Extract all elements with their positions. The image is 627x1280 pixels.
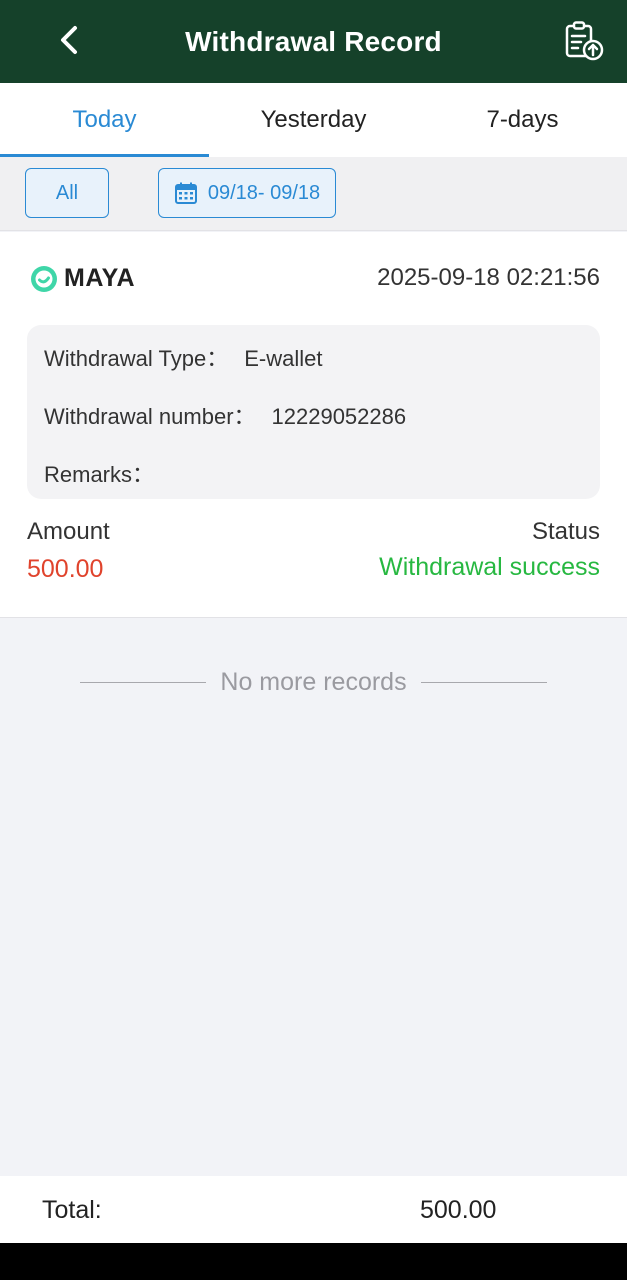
provider: MAYA bbox=[30, 264, 135, 293]
page-title: Withdrawal Record bbox=[185, 25, 442, 57]
remarks-row: Remarks： bbox=[44, 457, 170, 489]
tab-today[interactable]: Today bbox=[0, 83, 209, 157]
tab-yesterday[interactable]: Yesterday bbox=[209, 83, 418, 157]
total-label: Total: bbox=[42, 1196, 102, 1224]
withdrawal-record-card[interactable]: MAYA 2025-09-18 02:21:56 Withdrawal Type… bbox=[0, 232, 627, 618]
withdrawal-number-value: 12229052286 bbox=[271, 404, 407, 429]
date-tabs: Today Yesterday 7-days bbox=[0, 83, 627, 157]
divider-right bbox=[420, 681, 547, 683]
withdrawal-number-row: Withdrawal number： 12229052286 bbox=[44, 399, 406, 431]
list-end-indicator: No more records bbox=[0, 662, 627, 702]
date-range-button[interactable]: 09/18- 09/18 bbox=[158, 168, 336, 218]
calendar-icon bbox=[174, 182, 197, 204]
withdrawal-type-value: E-wallet bbox=[244, 346, 323, 371]
withdrawal-type-row: Withdrawal Type： E-wallet bbox=[44, 341, 322, 373]
filter-bar: All 09/18- 09/18 bbox=[0, 157, 627, 231]
record-datetime: 2025-09-18 02:21:56 bbox=[377, 264, 600, 291]
filter-all-button[interactable]: All bbox=[25, 168, 109, 218]
amount-value: 500.00 bbox=[27, 555, 104, 583]
divider-left bbox=[80, 681, 207, 683]
app-header: Withdrawal Record bbox=[0, 0, 627, 83]
status-label: Status bbox=[531, 518, 600, 545]
record-details: Withdrawal Type： E-wallet Withdrawal numb… bbox=[27, 325, 600, 499]
status-badge: Withdrawal success bbox=[379, 553, 600, 581]
system-navigation-bar bbox=[0, 1243, 627, 1280]
provider-name: MAYA bbox=[64, 264, 136, 292]
maya-logo-icon bbox=[31, 265, 57, 292]
clipboard-upload-icon bbox=[565, 21, 604, 61]
amount-label: Amount bbox=[27, 518, 110, 545]
back-button[interactable] bbox=[50, 20, 90, 60]
no-more-records-text: No more records bbox=[220, 667, 407, 696]
total-footer: Total: 500.00 bbox=[0, 1176, 627, 1243]
date-range-label: 09/18- 09/18 bbox=[207, 181, 321, 204]
total-value: 500.00 bbox=[420, 1196, 497, 1224]
chevron-left-icon bbox=[61, 26, 77, 54]
withdrawal-type-label: Withdrawal Type： bbox=[44, 346, 229, 371]
tab-7-days[interactable]: 7-days bbox=[418, 83, 627, 157]
remarks-label: Remarks： bbox=[44, 462, 155, 487]
withdrawal-number-label: Withdrawal number： bbox=[44, 404, 256, 429]
export-record-button[interactable] bbox=[563, 20, 605, 62]
